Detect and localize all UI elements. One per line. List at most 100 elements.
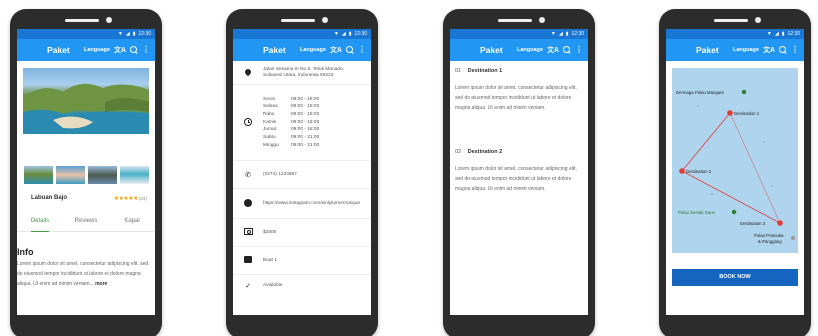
more-vert-icon[interactable]: ⋮ xyxy=(142,46,150,54)
map-label: Destination 1 xyxy=(734,111,760,116)
destination-name: Destination 2 xyxy=(467,149,503,155)
phone-text: (0274) 1234567 xyxy=(263,171,297,177)
boat-text: Boat 1 xyxy=(263,257,277,263)
address-text: Jalan Sesama III No.5, Teluk Manado, Sul… xyxy=(263,66,344,78)
translate-icon[interactable]: 文A xyxy=(763,45,775,55)
map-label: Pulau Semak Daun xyxy=(678,210,716,215)
wifi-icon: ▼ xyxy=(550,30,556,37)
phone-row[interactable]: ✆ (0274) 1234567 xyxy=(233,161,371,189)
camera xyxy=(539,17,545,23)
hours-item: Jumat 09:00 - 18:00 xyxy=(263,127,320,133)
more-vert-icon[interactable]: ⋮ xyxy=(358,46,366,54)
star-icons: ★★★★★ xyxy=(113,195,139,202)
status-time: 12:30 xyxy=(138,31,151,37)
map-label: & Panggang xyxy=(758,239,782,244)
destination-item[interactable]: 02 Destination 2 Lorem ipsum dolor sit a… xyxy=(455,149,583,194)
wifi-icon: ▼ xyxy=(766,30,772,37)
signal-icon: ◢ xyxy=(125,30,130,37)
thumbnail-image[interactable] xyxy=(87,166,117,184)
destination-description: Lorem ipsum dolor sit amet, consectetur … xyxy=(455,166,577,192)
language-button[interactable]: Language xyxy=(84,47,110,53)
info-text: Lorem ipsum dolor sit amet, consectetur … xyxy=(17,259,154,289)
map-label: Pulau Pramuka xyxy=(754,233,784,238)
hours-item: Selasa 09:00 - 18:00 xyxy=(263,104,320,110)
language-button[interactable]: Language xyxy=(300,47,326,53)
app-title: Paket xyxy=(263,45,286,55)
marker-pin-icon xyxy=(727,110,733,116)
hours-item: Minggu 09:00 - 21:00 xyxy=(263,142,320,148)
status-time: 12:30 xyxy=(787,31,800,37)
battery-icon: ▮ xyxy=(781,30,785,37)
speaker xyxy=(281,19,315,22)
map-label: Destination 3 xyxy=(740,221,766,226)
battery-icon: ▮ xyxy=(132,30,136,37)
location-pin-icon xyxy=(243,67,253,76)
search-icon[interactable] xyxy=(563,46,571,54)
more-link[interactable]: more xyxy=(95,281,107,287)
hills-illustration xyxy=(23,83,149,134)
status-time: 12:30 xyxy=(571,31,584,37)
status-bar: ▼ ◢ ▮ 12:30 xyxy=(666,29,804,39)
book-now-button[interactable]: BOOK NOW xyxy=(672,269,798,286)
thumbnail-image[interactable] xyxy=(23,166,53,184)
signal-icon: ◢ xyxy=(341,30,346,37)
tab-reviews[interactable]: Reviews xyxy=(63,210,109,231)
phone-frame-3: ▼ ◢ ▮ 12:30 Paket Language 文A ⋮ 01 Desti… xyxy=(443,9,595,336)
search-icon[interactable] xyxy=(346,46,354,54)
translate-icon[interactable]: 文A xyxy=(114,45,126,55)
route-map[interactable]: Dermaga Pulau Mangare Destination 1 Dest… xyxy=(672,68,798,253)
hours-item: Kamis 09:00 - 18:00 xyxy=(263,119,320,125)
camera xyxy=(322,17,328,23)
detail-list: Jalan Sesama III No.5, Teluk Manado, Sul… xyxy=(233,61,371,297)
phone-frame-1: ▼ ◢ ▮ 12:30 Paket Language 文A ⋮ Labuan B… xyxy=(10,9,162,336)
tab-details[interactable]: Details xyxy=(17,210,63,232)
battery-icon: ▮ xyxy=(348,30,352,37)
wifi-icon: ▼ xyxy=(333,30,339,37)
thumbnail-strip xyxy=(23,166,149,184)
search-icon[interactable] xyxy=(130,46,138,54)
map-label: Dermaga Pulau Mangare xyxy=(676,90,725,95)
camera xyxy=(106,17,112,23)
translate-icon[interactable]: 文A xyxy=(547,45,559,55)
thumbnail-image[interactable] xyxy=(55,166,85,184)
website-row[interactable]: https://www.instagram.com/sinlyitomemosq… xyxy=(233,189,371,219)
more-vert-icon[interactable]: ⋮ xyxy=(791,46,799,54)
destination-number: 02 xyxy=(455,149,462,155)
more-vert-icon[interactable]: ⋮ xyxy=(575,46,583,54)
tab-kapal[interactable]: Kapal xyxy=(109,210,155,231)
hours-row: Senin 09:00 - 18:00 Selasa 09:00 - 18:00 R… xyxy=(233,85,371,161)
place-pin-icon xyxy=(741,89,747,95)
signal-icon: ◢ xyxy=(774,30,779,37)
language-button[interactable]: Language xyxy=(517,47,543,53)
place-name: Labuan Bajo xyxy=(31,195,68,201)
search-icon[interactable] xyxy=(779,46,787,54)
thumbnail-image[interactable] xyxy=(119,166,149,184)
phone-icon: ✆ xyxy=(245,171,251,179)
app-title: Paket xyxy=(480,45,503,55)
boat-row: Boat 1 xyxy=(233,247,371,275)
app-bar: Paket Language 文A ⋮ xyxy=(233,39,371,61)
map-label: Destination 2 xyxy=(686,169,712,174)
marker-pin-icon xyxy=(679,168,685,174)
place-row: Labuan Bajo ★★★★★ (24) xyxy=(31,192,147,204)
language-button[interactable]: Language xyxy=(733,47,759,53)
website-text: https://www.instagram.com/sinlyitomemosq… xyxy=(263,200,361,206)
translate-icon[interactable]: 文A xyxy=(330,45,342,55)
hours-item: Sabtu 09:00 - 21:00 xyxy=(263,135,320,141)
app-bar: Paket Language 文A ⋮ xyxy=(666,39,804,61)
hours-item: Rabu 09:00 - 18:00 xyxy=(263,111,320,117)
place-pin-icon xyxy=(731,209,737,215)
tab-bar: Details Reviews Kapal xyxy=(17,210,155,232)
wifi-icon: ▼ xyxy=(117,30,123,37)
speaker xyxy=(498,19,532,22)
destination-item[interactable]: 01 Destination 1 Lorem ipsum dolor sit a… xyxy=(455,68,583,113)
hours-item: Senin 09:00 - 18:00 xyxy=(263,96,320,102)
phone-frame-2: ▼ ◢ ▮ 12:30 Paket Language 文A ⋮ Jalan Se… xyxy=(226,9,378,336)
phone-frame-4: ▼ ◢ ▮ 12:30 Paket Language 文A ⋮ Dermaga … xyxy=(659,9,811,336)
availability-text: Available xyxy=(263,283,283,288)
battery-icon: ▮ xyxy=(565,30,569,37)
speaker xyxy=(714,19,748,22)
speaker xyxy=(65,19,99,22)
marker-pin-icon xyxy=(777,220,783,226)
screen-info: ▼ ◢ ▮ 12:30 Paket Language 文A ⋮ Jalan Se… xyxy=(233,29,371,315)
